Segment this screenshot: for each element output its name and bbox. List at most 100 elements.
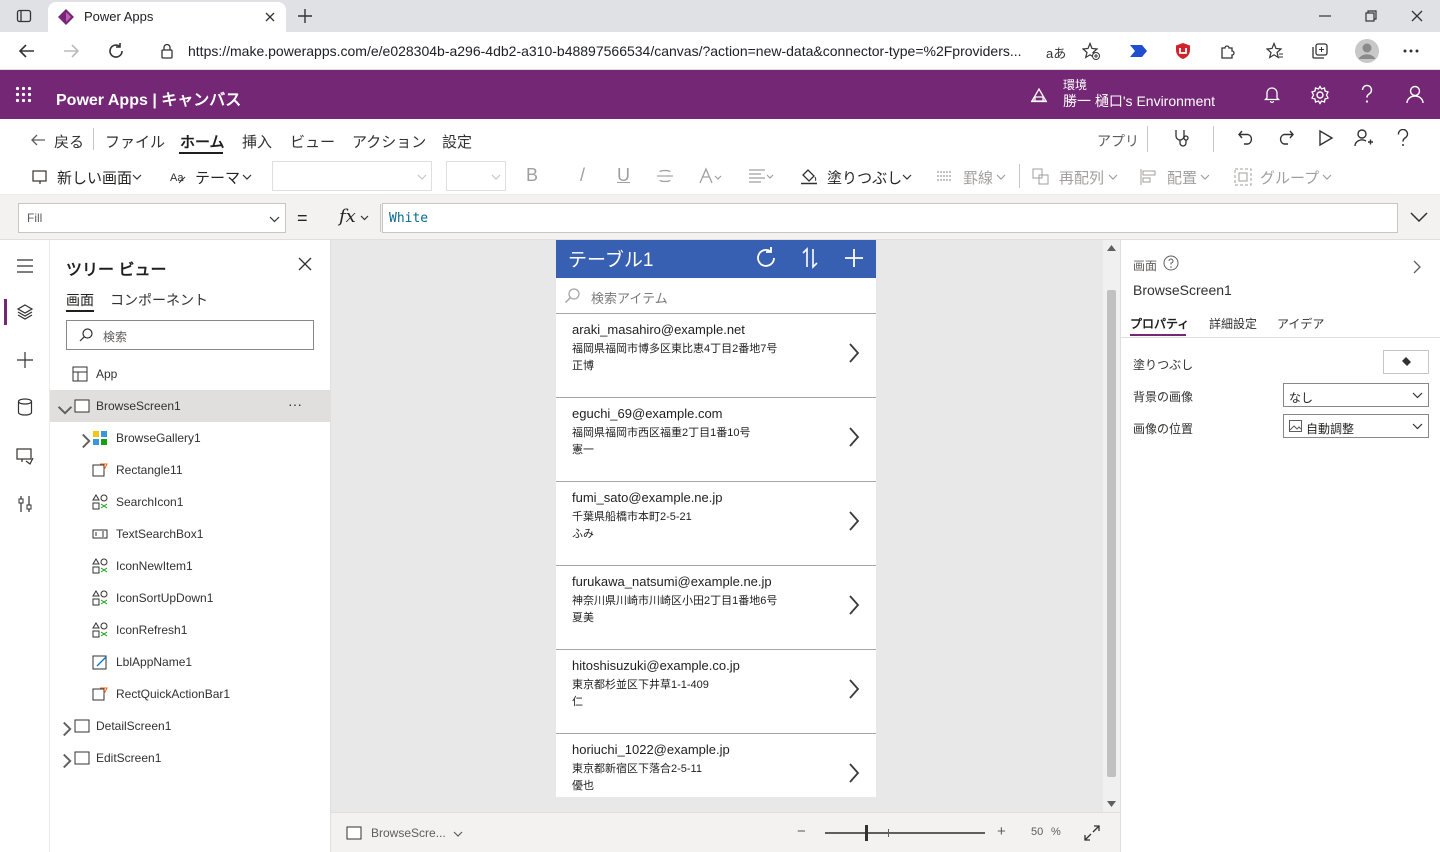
app-checker-label[interactable]: アプリ: [1097, 131, 1139, 151]
back-button[interactable]: 戻る: [30, 130, 86, 151]
tab-advanced[interactable]: 詳細設定: [1209, 315, 1257, 332]
extensions-puzzle-icon[interactable]: [1219, 42, 1237, 60]
tree-view-layers-icon[interactable]: [16, 303, 34, 321]
browser-menu-icon[interactable]: [1403, 49, 1419, 53]
tree-item-gallery[interactable]: BrowseGallery1: [50, 422, 330, 454]
advanced-tools-icon[interactable]: [17, 495, 33, 513]
gallery-item[interactable]: eguchi_69@example.com 福岡県福岡市西区福重2丁目1番10号…: [556, 398, 876, 482]
text-align-icon[interactable]: [748, 169, 776, 183]
reorder-button[interactable]: 再配列: [1032, 166, 1122, 188]
close-window-icon[interactable]: [1410, 9, 1424, 23]
scroll-down-arrow-icon[interactable]: [1107, 801, 1116, 807]
fx-button[interactable]: fx: [323, 204, 381, 232]
url-field[interactable]: https://make.powerapps.com/e/e028304b-a2…: [146, 37, 1110, 65]
app-screen-preview[interactable]: テーブル1 検索アイテム araki_masahiro@example.net …: [556, 240, 876, 797]
extension-arrow-icon[interactable]: [1128, 43, 1148, 59]
zoom-out-button[interactable]: −: [797, 823, 806, 840]
canvas-vertical-scrollbar[interactable]: [1103, 240, 1120, 812]
stethoscope-icon[interactable]: [1172, 128, 1192, 148]
expand-formula-icon[interactable]: [1410, 212, 1428, 222]
chevron-right-icon[interactable]: [848, 426, 860, 448]
tree-item-detailscreen[interactable]: DetailScreen1: [50, 710, 330, 742]
theme-button[interactable]: Aa テーマ: [170, 166, 256, 188]
scroll-up-arrow-icon[interactable]: [1107, 245, 1116, 251]
profile-avatar[interactable]: [1355, 39, 1379, 63]
help-icon[interactable]: [1360, 84, 1374, 104]
back-arrow-icon[interactable]: [18, 42, 36, 60]
property-dropdown[interactable]: Fill: [18, 203, 286, 233]
canvas-area[interactable]: テーブル1 検索アイテム araki_masahiro@example.net …: [331, 240, 1120, 812]
tab-properties[interactable]: プロパティ: [1130, 315, 1189, 332]
tree-item-browsescreen[interactable]: BrowseScreen1 ···: [50, 390, 330, 422]
border-button[interactable]: 罫線: [936, 166, 1008, 188]
notification-bell-icon[interactable]: [1263, 85, 1281, 103]
bold-button[interactable]: B: [526, 165, 538, 186]
formula-input[interactable]: White: [382, 203, 1398, 233]
chevron-right-icon[interactable]: [848, 510, 860, 532]
menu-action[interactable]: アクション: [352, 131, 426, 152]
tree-item-lblappname[interactable]: LblAppName1: [50, 646, 330, 678]
gallery-item[interactable]: furukawa_natsumi@example.ne.jp 神奈川県川崎市川崎…: [556, 566, 876, 650]
tree-item-app[interactable]: App: [50, 358, 330, 390]
media-icon[interactable]: [16, 447, 34, 465]
share-user-icon[interactable]: [1354, 128, 1374, 148]
chevron-right-icon[interactable]: [59, 721, 75, 737]
fill-color-picker[interactable]: [1383, 350, 1429, 374]
play-preview-icon[interactable]: [1318, 129, 1334, 147]
chevron-right-icon[interactable]: [848, 762, 860, 784]
tree-search-input[interactable]: 検索: [66, 320, 314, 350]
tab-components[interactable]: コンポーネント: [110, 290, 208, 310]
menu-insert[interactable]: 挿入: [242, 131, 272, 152]
data-database-icon[interactable]: [17, 398, 33, 416]
close-icon[interactable]: [298, 257, 312, 271]
new-screen-button[interactable]: 新しい画面: [32, 166, 144, 188]
menu-file[interactable]: ファイル: [105, 131, 165, 152]
read-aloud-icon[interactable]: aあ: [1046, 43, 1066, 62]
zoom-slider-thumb[interactable]: [865, 825, 868, 841]
gallery-item[interactable]: araki_masahiro@example.net 福岡県福岡市博多区東比恵4…: [556, 314, 876, 398]
screen-selector[interactable]: BrowseScre...: [346, 825, 466, 843]
menu-settings[interactable]: 設定: [442, 131, 472, 152]
forward-arrow-icon[interactable]: [62, 42, 80, 60]
strikethrough-icon[interactable]: [656, 169, 674, 183]
lock-icon[interactable]: [160, 43, 174, 59]
app-name-label[interactable]: テーブル1: [568, 245, 653, 272]
collapse-panel-icon[interactable]: [1413, 260, 1421, 274]
undo-icon[interactable]: [1237, 128, 1255, 146]
tab-screens[interactable]: 画面: [66, 290, 94, 310]
browser-tab[interactable]: Power Apps: [48, 2, 286, 32]
zoom-value[interactable]: 50: [1031, 826, 1043, 838]
zoom-slider[interactable]: [825, 825, 985, 841]
chevron-right-icon[interactable]: [848, 594, 860, 616]
scroll-thumb[interactable]: [1107, 290, 1116, 777]
font-size-dropdown[interactable]: [446, 161, 506, 191]
gallery-item[interactable]: horiuchi_1022@example.jp 東京都新宿区下落合2-5-11…: [556, 734, 876, 797]
hamburger-icon[interactable]: [16, 259, 34, 273]
menu-view[interactable]: ビュー: [290, 131, 335, 152]
image-position-dropdown[interactable]: 自動調整: [1283, 414, 1429, 438]
gallery-item[interactable]: hitoshisuzuki@example.co.jp 東京都杉並区下井草1-1…: [556, 650, 876, 734]
tab-ideas[interactable]: アイデア: [1277, 315, 1324, 332]
refresh-icon[interactable]: [107, 42, 125, 60]
zoom-in-button[interactable]: +: [997, 823, 1006, 840]
redo-icon[interactable]: [1277, 128, 1295, 146]
menu-home[interactable]: ホーム: [180, 131, 225, 152]
env-name[interactable]: 勝一 樋口's Environment: [1063, 91, 1215, 111]
tree-item-iconrefresh[interactable]: IconRefresh1: [50, 614, 330, 646]
tree-item-iconnewitem[interactable]: IconNewItem1: [50, 550, 330, 582]
chevron-right-icon[interactable]: [848, 678, 860, 700]
align-button[interactable]: 配置: [1140, 166, 1218, 188]
tree-item-editscreen[interactable]: EditScreen1: [50, 742, 330, 774]
underline-button[interactable]: U: [617, 165, 630, 186]
gallery-search-box[interactable]: 検索アイテム: [556, 278, 876, 314]
tab-actions-icon[interactable]: [16, 8, 32, 24]
tree-item-textsearchbox[interactable]: TextSearchBox1: [50, 518, 330, 550]
new-tab-icon[interactable]: [297, 8, 313, 24]
fill-button[interactable]: 塗りつぶし: [800, 166, 912, 188]
gallery-item[interactable]: fumi_sato@example.ne.jp 千葉県船橋市本町2-5-21 ふ…: [556, 482, 876, 566]
add-favorite-icon[interactable]: [1082, 42, 1100, 60]
background-image-dropdown[interactable]: なし: [1283, 383, 1429, 407]
account-icon[interactable]: [1405, 84, 1425, 104]
add-item-icon[interactable]: [844, 248, 864, 268]
chevron-right-icon[interactable]: [848, 342, 860, 364]
